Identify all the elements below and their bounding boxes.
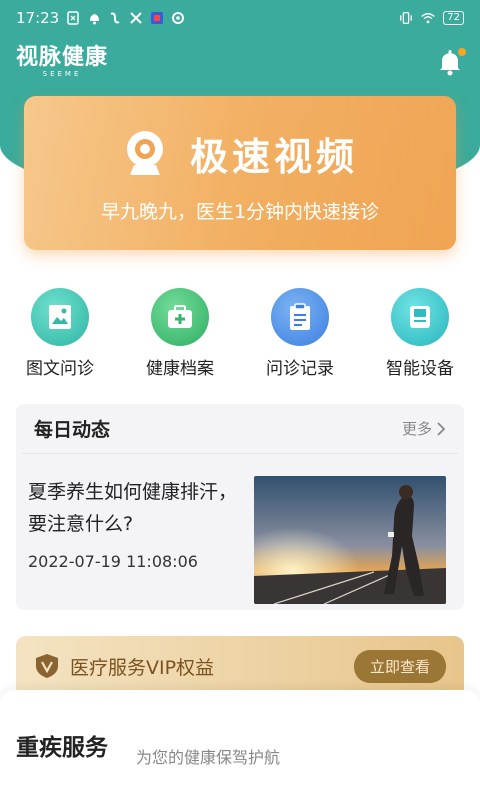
device-icon: [391, 288, 449, 346]
daily-news-card: 每日动态 更多 夏季养生如何健康排汗，要注意什么? 2022-07-19 11:…: [16, 404, 464, 610]
menu-label: 问诊记录: [266, 359, 334, 379]
battery-icon: 72: [443, 11, 464, 25]
webcam-icon: [126, 130, 163, 175]
tools-icon: [129, 11, 143, 25]
logo-text: 视脉健康: [16, 44, 109, 70]
vip-shield-icon: [36, 654, 58, 678]
article-image[interactable]: [254, 476, 446, 604]
logo-subtext: SEEME: [42, 69, 82, 78]
menu-item-smart-device[interactable]: 智能设备: [360, 288, 480, 379]
app-badge-icon: [150, 11, 164, 25]
app-header: 视脉健康 SEEME: [0, 38, 480, 86]
status-time: 17:23: [16, 9, 60, 27]
sync-icon: [171, 11, 185, 25]
menu-label: 图文问诊: [26, 359, 94, 379]
article-title: 夏季养生如何健康排汗，要注意什么?: [28, 481, 238, 535]
daily-news-title: 每日动态: [34, 419, 111, 441]
menu-label: 健康档案: [146, 359, 214, 379]
banner-subtitle: 早九晚九，医生1分钟内快速接诊: [100, 201, 380, 223]
vip-label: 医疗服务VIP权益: [70, 656, 215, 679]
section-title: 重疾服务: [16, 735, 108, 761]
status-bar: 17:23 72: [0, 0, 480, 36]
app-icon: [108, 11, 122, 25]
vip-benefits-bar[interactable]: 医疗服务VIP权益 立即查看: [16, 636, 464, 696]
vibrate-icon: [399, 11, 413, 25]
menu-item-health-record[interactable]: 健康档案: [120, 288, 240, 379]
view-now-button[interactable]: 立即查看: [353, 649, 446, 683]
clipboard-icon: [271, 288, 329, 346]
menu-label: 智能设备: [386, 359, 454, 379]
chevron-right-icon: [437, 421, 446, 436]
video-consult-banner[interactable]: 极速视频 早九晚九，医生1分钟内快速接诊: [24, 96, 456, 250]
wifi-icon: [421, 11, 435, 25]
notification-button[interactable]: [436, 48, 466, 76]
banner-title: 极速视频: [189, 135, 358, 179]
more-label: 更多: [401, 420, 432, 438]
critical-illness-section: 重疾服务 为您的健康保驾护航: [0, 690, 480, 800]
menu-item-consult-records[interactable]: 问诊记录: [240, 288, 360, 379]
medical-kit-icon: [151, 288, 209, 346]
article-time: 2022-07-19 11:08:06: [28, 552, 198, 571]
notification-dot: [458, 48, 466, 56]
image-consult-icon: [31, 288, 89, 346]
sim-card-icon: [66, 11, 80, 25]
article-text[interactable]: 夏季养生如何健康排汗，要注意什么? 2022-07-19 11:08:06: [28, 476, 246, 571]
more-link[interactable]: 更多: [402, 418, 446, 439]
menu-item-image-consult[interactable]: 图文问诊: [0, 288, 120, 379]
section-subtitle: 为您的健康保驾护航: [136, 748, 281, 767]
app-logo: 视脉健康 SEEME: [16, 44, 109, 78]
quick-menu: 图文问诊 健康档案 问诊记录 智能设备: [0, 288, 480, 379]
notification-bell-icon: [87, 11, 101, 25]
